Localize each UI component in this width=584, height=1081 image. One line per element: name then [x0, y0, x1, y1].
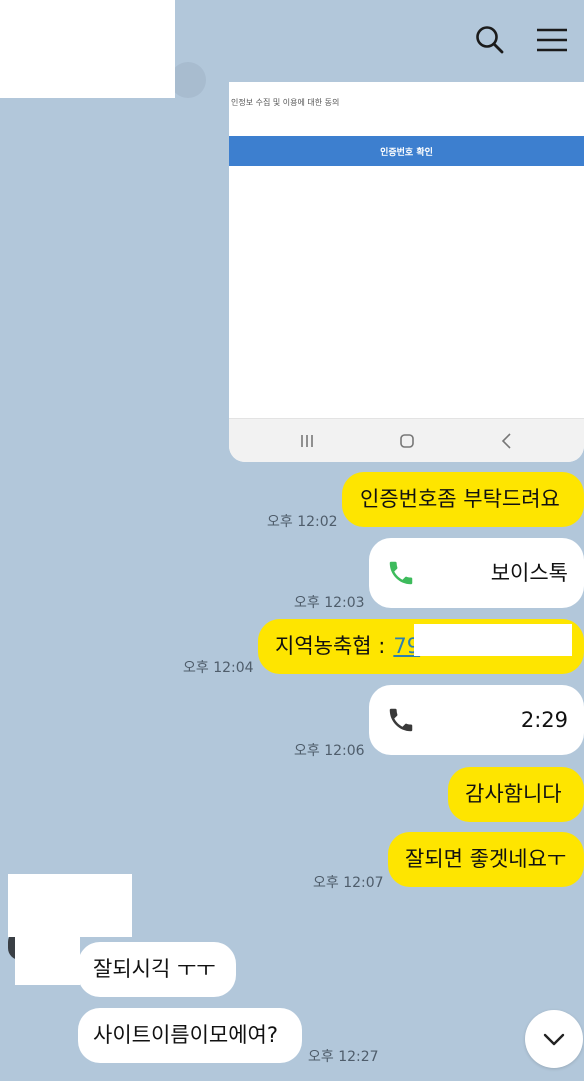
phone-icon	[389, 561, 413, 585]
attached-screenshot-image[interactable]: 인정보 수집 및 이용에 대한 동의 인증번호 확인	[229, 82, 584, 462]
scroll-to-bottom-button[interactable]	[525, 1010, 583, 1068]
message-text: 사이트이름이모에여?	[93, 1023, 279, 1047]
home-icon	[400, 434, 414, 448]
call-label: 2:29	[520, 707, 568, 732]
redacted-sender-name	[8, 874, 132, 937]
redacted-sender-avatar	[15, 935, 80, 985]
voice-call-bubble[interactable]: 2:29	[369, 685, 584, 755]
message-time: 오후 12:04	[183, 660, 254, 676]
recent-apps-icon	[301, 435, 313, 447]
my-message-bubble[interactable]: 인증번호좀 부탁드려요	[342, 472, 584, 527]
verify-code-button: 인증번호 확인	[229, 136, 584, 166]
message-time: 오후 12:02	[267, 514, 338, 530]
partial-avatar	[170, 62, 206, 98]
search-icon[interactable]	[472, 22, 508, 58]
message-time: 오후 12:03	[294, 595, 365, 611]
message-time: 오후 12:06	[294, 743, 365, 759]
message-text: 지역농축협 :	[275, 634, 386, 658]
phone-icon	[389, 708, 413, 732]
hamburger-menu-icon[interactable]	[534, 22, 570, 58]
call-label: 보이스톡	[490, 560, 568, 585]
message-time: 오후 12:07	[313, 875, 384, 891]
message-time: 오후 12:27	[308, 1049, 379, 1065]
voice-call-bubble[interactable]: 보이스톡	[369, 538, 584, 608]
my-message-bubble[interactable]: 잘되면 좋겟네요ㅜ	[388, 832, 584, 887]
redacted-profile	[0, 0, 175, 98]
redacted-phone-number	[414, 624, 572, 656]
chevron-down-icon	[543, 1033, 565, 1046]
back-icon	[501, 433, 511, 449]
their-message-bubble[interactable]: 잘되시긱 ㅜㅜ	[78, 942, 236, 997]
their-message-bubble[interactable]: 사이트이름이모에여?	[78, 1008, 302, 1063]
message-text: 인증번호좀 부탁드려요	[360, 487, 560, 511]
android-nav-bar	[229, 418, 584, 462]
message-text: 잘되면 좋겟네요ㅜ	[405, 847, 567, 871]
consent-text: 인정보 수집 및 이용에 대한 동의	[231, 98, 340, 107]
my-message-bubble[interactable]: 감사함니다	[448, 767, 584, 822]
message-text: 잘되시긱 ㅜㅜ	[93, 957, 216, 981]
message-text: 감사함니다	[465, 782, 562, 806]
